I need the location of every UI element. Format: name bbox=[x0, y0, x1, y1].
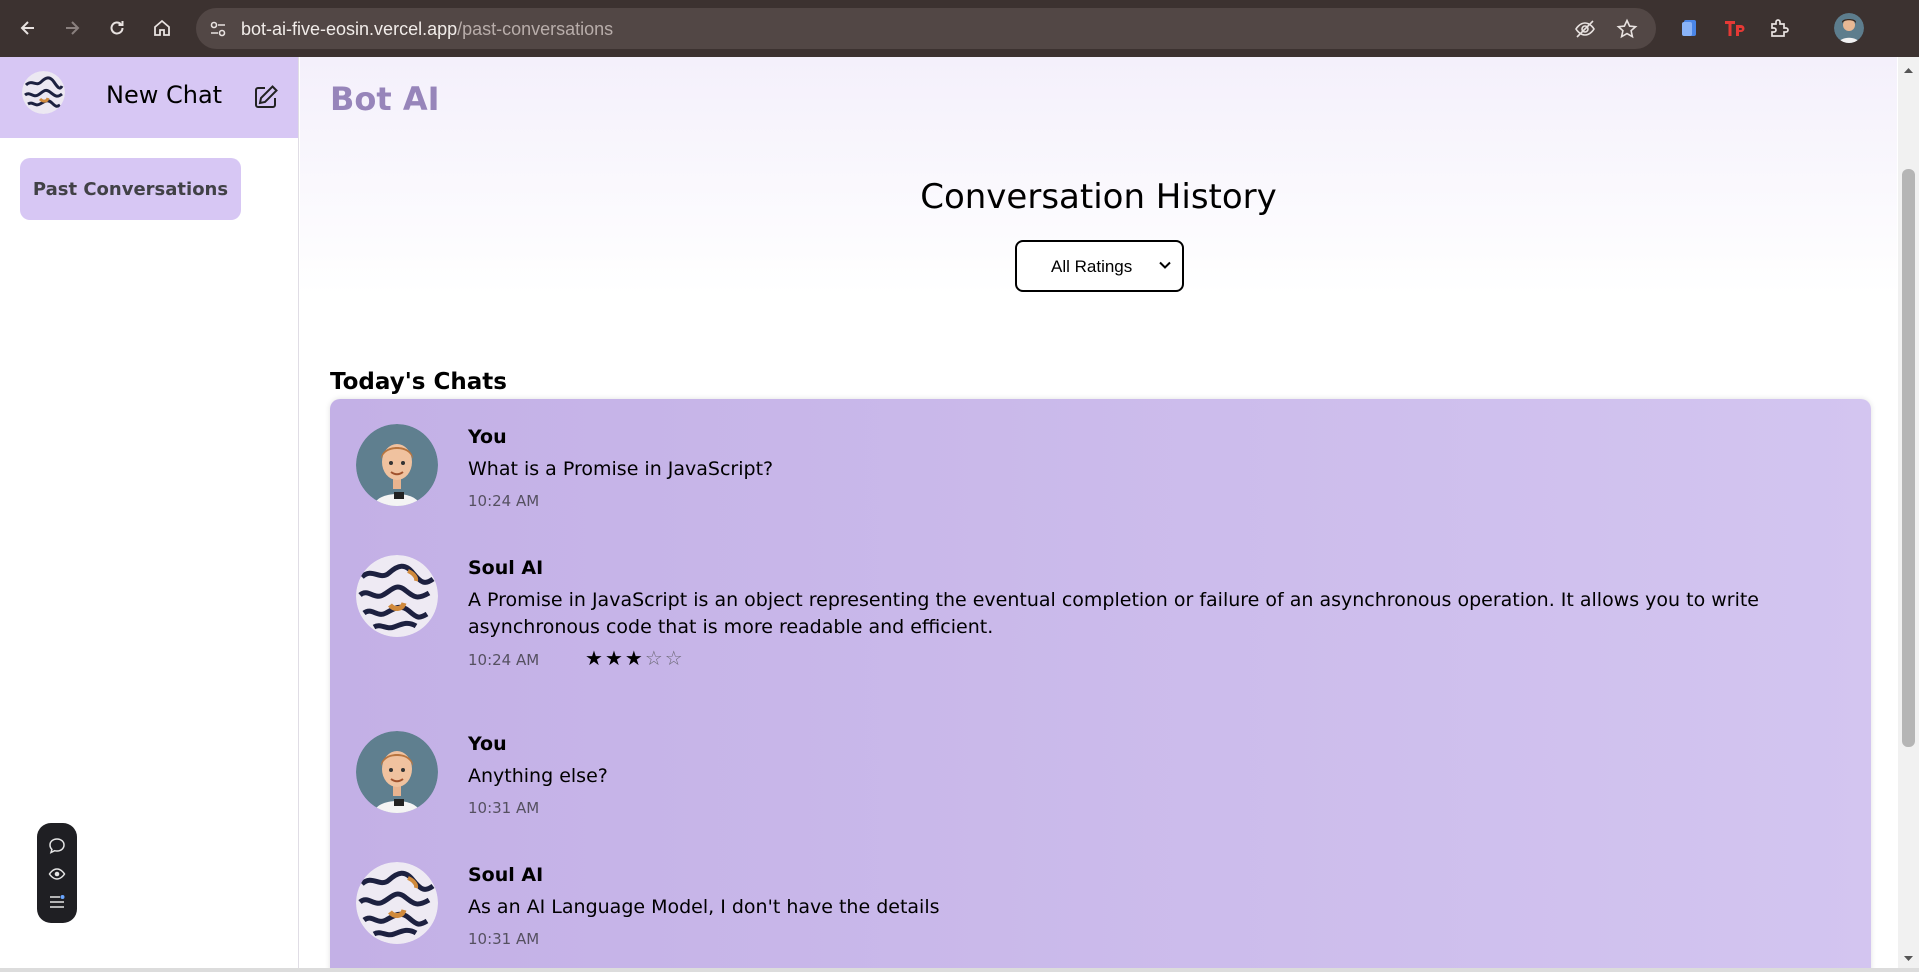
forward-icon[interactable] bbox=[58, 14, 86, 42]
star-filled-icon[interactable]: ★ bbox=[585, 646, 605, 670]
chat-message: You Anything else? 10:31 AM bbox=[330, 731, 1871, 831]
chevron-down-icon bbox=[1159, 261, 1171, 269]
message-text: A Promise in JavaScript is an object rep… bbox=[468, 589, 1759, 638]
page-title: Conversation History bbox=[920, 177, 1277, 217]
brand-title: Bot AI bbox=[330, 80, 440, 118]
star-empty-icon[interactable]: ☆ bbox=[645, 646, 665, 670]
section-title: Today's Chats bbox=[330, 369, 507, 395]
message-sender: You bbox=[468, 733, 507, 755]
divider bbox=[0, 968, 1919, 972]
chat-message: Soul AI As an AI Language Model, I don't… bbox=[330, 862, 1871, 962]
reload-icon[interactable] bbox=[103, 14, 131, 42]
message-text: What is a Promise in JavaScript? bbox=[468, 458, 774, 480]
browser-toolbar: bot-ai-five-eosin.vercel.app/past-conver… bbox=[0, 0, 1919, 57]
message-time: 10:24 AM bbox=[468, 651, 540, 669]
rating-filter-select[interactable]: All Ratings bbox=[1015, 240, 1184, 292]
star-filled-icon[interactable]: ★ bbox=[625, 646, 645, 670]
site-info-icon[interactable] bbox=[208, 19, 228, 39]
eye-off-icon[interactable] bbox=[1574, 18, 1596, 40]
page-scrollbar[interactable] bbox=[1898, 57, 1919, 972]
star-rating: ★★★☆☆ bbox=[585, 646, 685, 670]
rating-filter-value: All Ratings bbox=[1051, 257, 1133, 276]
user-avatar bbox=[356, 731, 438, 813]
message-sender: You bbox=[468, 426, 507, 448]
message-text: Anything else? bbox=[468, 765, 608, 787]
new-chat-edit-icon[interactable] bbox=[252, 83, 280, 111]
extensions-puzzle-icon[interactable] bbox=[1768, 16, 1792, 40]
message-time: 10:31 AM bbox=[468, 930, 540, 948]
tp-extension-icon[interactable] bbox=[1723, 16, 1747, 40]
url-path: /past-conversations bbox=[457, 19, 614, 39]
chat-history-panel: You What is a Promise in JavaScript? 10:… bbox=[330, 399, 1871, 972]
star-empty-icon[interactable]: ☆ bbox=[665, 646, 685, 670]
bot-avatar bbox=[356, 862, 438, 944]
bot-avatar bbox=[356, 555, 438, 637]
chat-bubble-icon[interactable] bbox=[48, 837, 66, 855]
bookmark-star-icon[interactable] bbox=[1616, 18, 1638, 40]
message-time: 10:31 AM bbox=[468, 799, 540, 817]
bot-logo-icon[interactable] bbox=[22, 71, 65, 114]
sidebar-header: New Chat bbox=[0, 57, 298, 138]
past-conversations-button[interactable]: Past Conversations bbox=[20, 158, 241, 220]
message-sender: Soul AI bbox=[468, 557, 544, 579]
docs-extension-icon[interactable] bbox=[1678, 16, 1702, 40]
chat-message: You What is a Promise in JavaScript? 10:… bbox=[330, 424, 1871, 524]
floating-toolbar bbox=[37, 823, 77, 923]
url-host: bot-ai-five-eosin.vercel.app bbox=[241, 19, 458, 39]
list-settings-icon[interactable] bbox=[48, 893, 66, 911]
address-bar[interactable]: bot-ai-five-eosin.vercel.app/past-conver… bbox=[196, 8, 1656, 49]
back-icon[interactable] bbox=[14, 14, 42, 42]
star-filled-icon[interactable]: ★ bbox=[605, 646, 625, 670]
main-content: Bot AI Conversation History All Ratings … bbox=[300, 57, 1897, 972]
home-icon[interactable] bbox=[148, 14, 176, 42]
scroll-down-icon[interactable] bbox=[1903, 953, 1914, 964]
message-time: 10:24 AM bbox=[468, 492, 540, 510]
profile-avatar-icon[interactable] bbox=[1834, 13, 1864, 43]
user-avatar bbox=[356, 424, 438, 506]
message-text: As an AI Language Model, I don't have th… bbox=[468, 896, 940, 918]
scroll-thumb[interactable] bbox=[1902, 169, 1915, 747]
eye-icon[interactable] bbox=[48, 865, 66, 883]
scroll-up-icon[interactable] bbox=[1903, 65, 1914, 76]
chat-message: Soul AI A Promise in JavaScript is an ob… bbox=[330, 555, 1871, 685]
message-sender: Soul AI bbox=[468, 864, 544, 886]
url-text: bot-ai-five-eosin.vercel.app/past-conver… bbox=[241, 19, 613, 40]
new-chat-label[interactable]: New Chat bbox=[106, 81, 222, 109]
